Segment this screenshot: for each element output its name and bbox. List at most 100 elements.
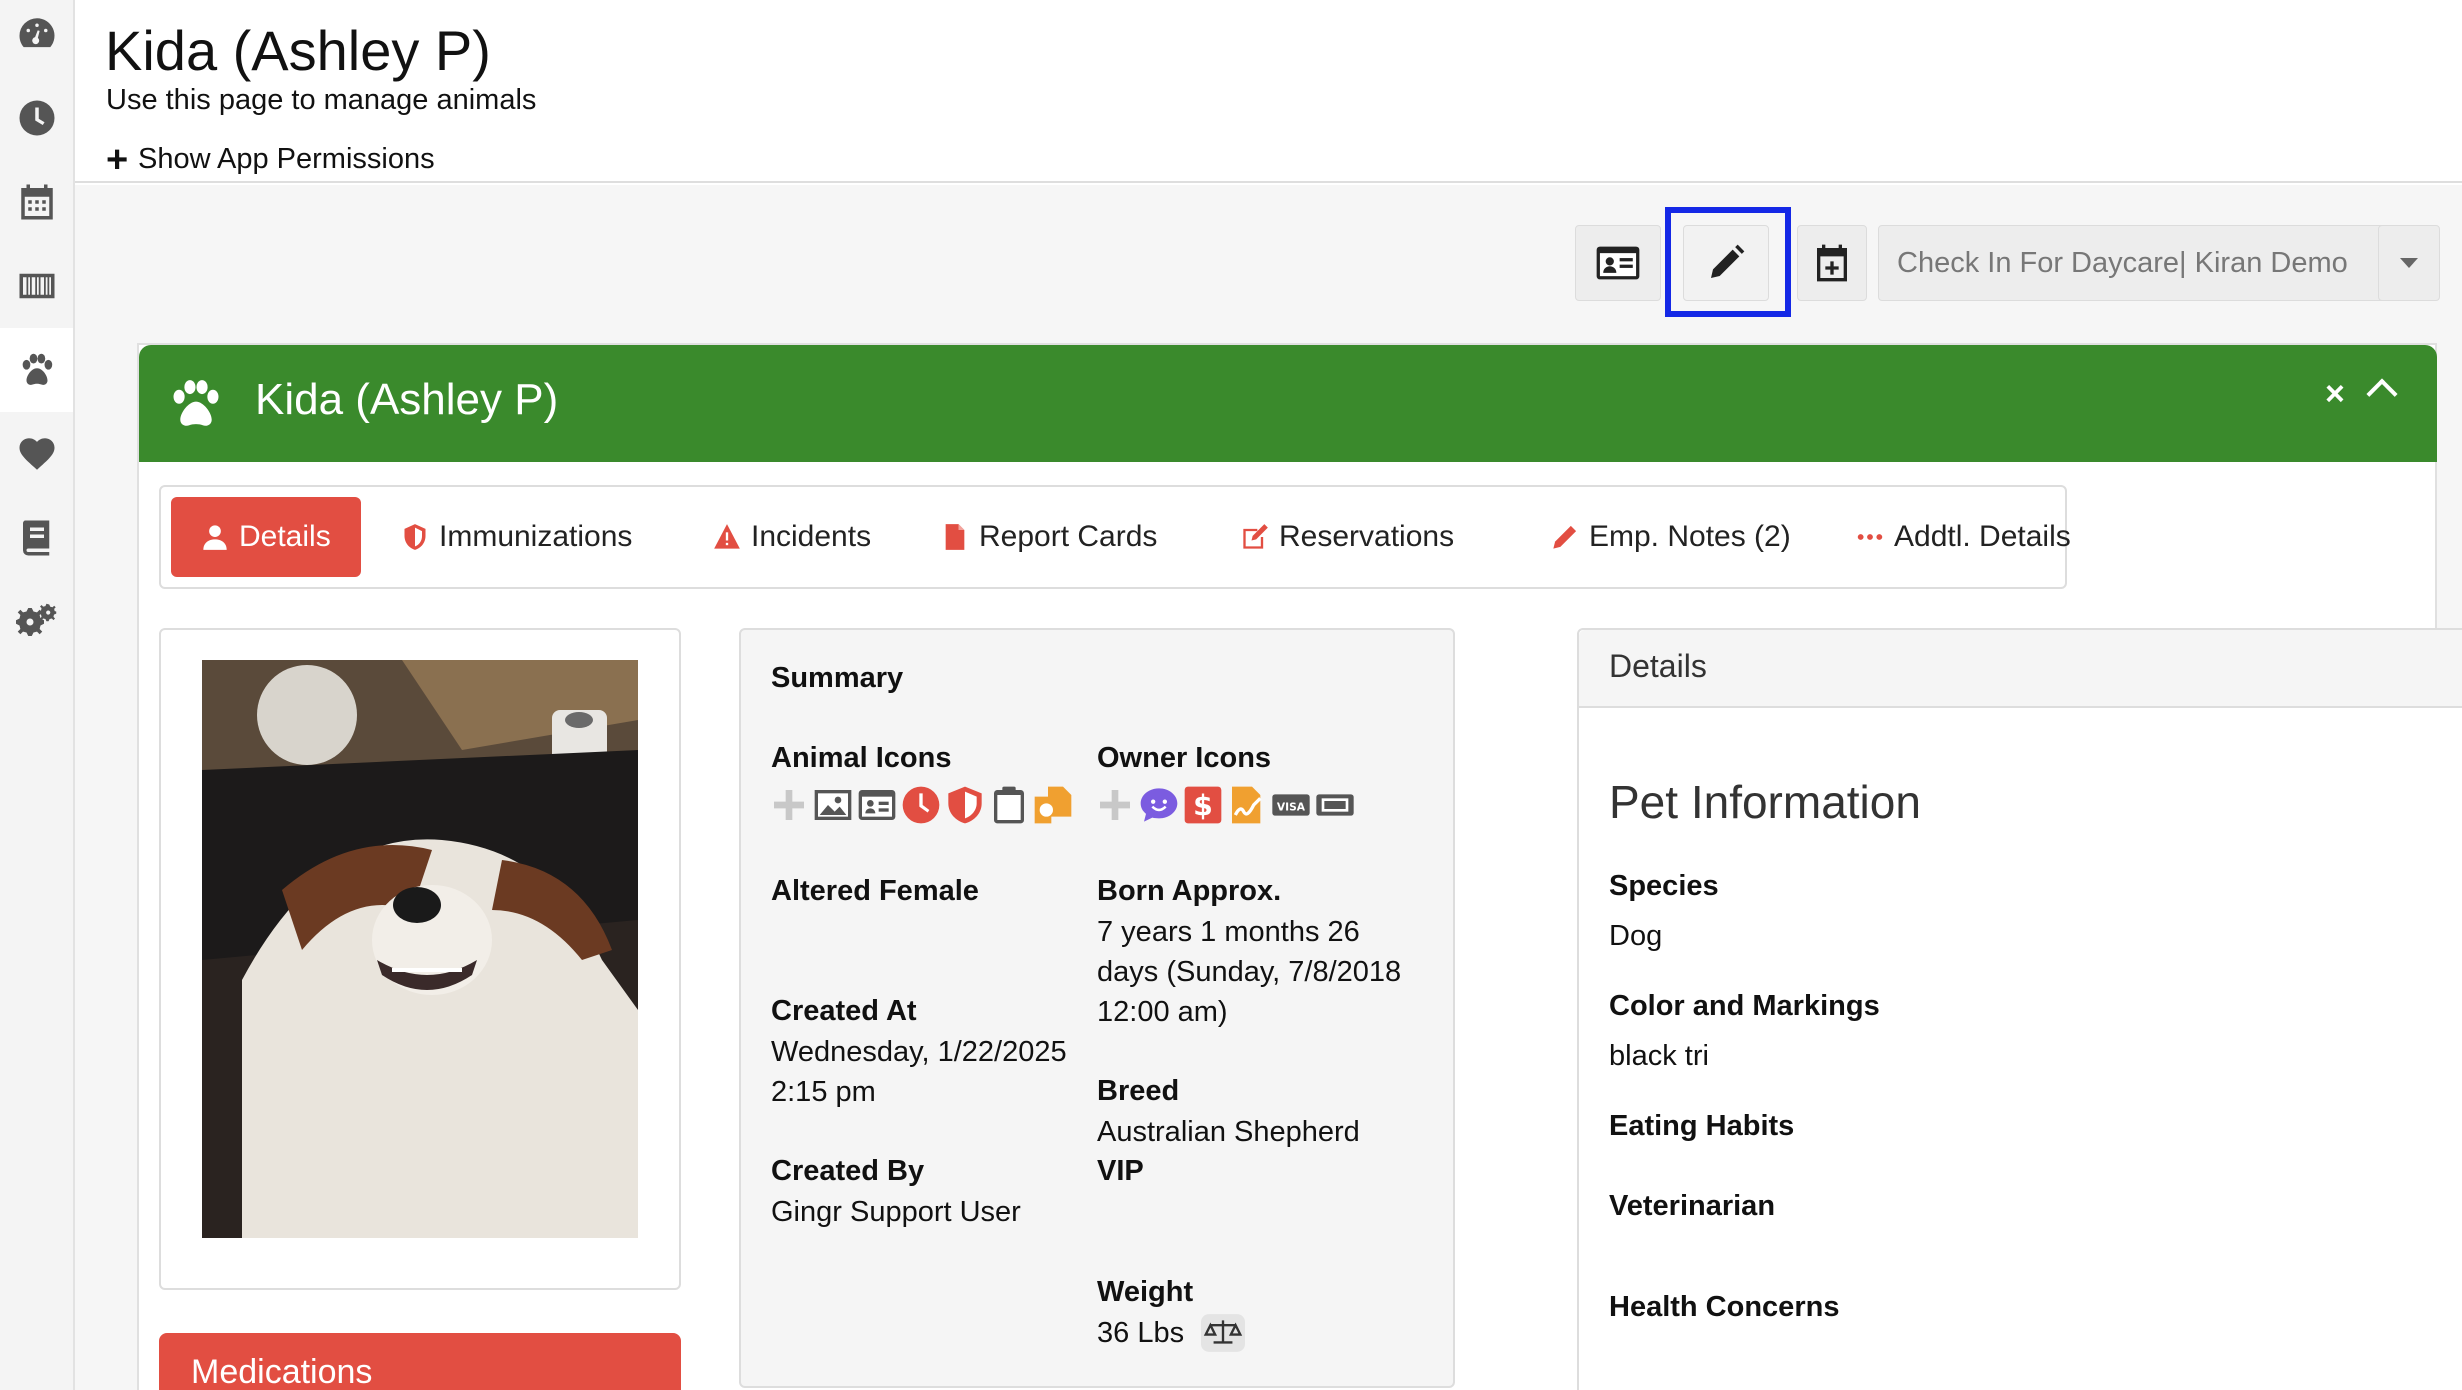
dollar-icon[interactable]: $ bbox=[1183, 785, 1223, 825]
tab-details[interactable]: Details bbox=[171, 497, 361, 577]
dashboard-icon bbox=[19, 18, 55, 48]
created-at-line-2: 2:15 pm bbox=[771, 1076, 876, 1108]
species-value: Dog bbox=[1609, 920, 1663, 952]
svg-text:$: $ bbox=[1193, 789, 1213, 822]
user-icon bbox=[203, 525, 227, 550]
calendar-plus-icon bbox=[1817, 244, 1847, 282]
sidebar-item-dashboard[interactable] bbox=[0, 0, 73, 76]
chat-smile-icon[interactable] bbox=[1139, 785, 1179, 825]
sidebar bbox=[0, 0, 75, 1390]
animal-icons-row bbox=[769, 785, 1073, 825]
plus-icon[interactable] bbox=[769, 785, 809, 825]
paw-icon bbox=[22, 353, 52, 385]
details-card: Details Pet Information Species Dog Colo… bbox=[1577, 628, 2462, 1390]
book-icon bbox=[22, 520, 49, 556]
card-icon[interactable] bbox=[1315, 785, 1355, 825]
color-markings-value: black tri bbox=[1609, 1040, 1709, 1072]
id-card-icon[interactable] bbox=[857, 785, 897, 825]
animal-photo[interactable] bbox=[202, 660, 638, 1238]
animal-icons-label: Animal Icons bbox=[771, 742, 952, 774]
owner-icons-label: Owner Icons bbox=[1097, 742, 1272, 774]
born-value-line-2: days (Sunday, 7/8/2018 bbox=[1097, 956, 1402, 988]
summary-title: Summary bbox=[771, 662, 904, 694]
tab-label: Reservations bbox=[1279, 520, 1455, 553]
clock-icon bbox=[19, 100, 54, 136]
calendar-icon bbox=[20, 184, 53, 220]
check-in-caret-button[interactable] bbox=[2378, 225, 2440, 301]
visa-card-icon[interactable]: VISA bbox=[1271, 785, 1311, 825]
close-icon[interactable]: × bbox=[2325, 375, 2345, 414]
photo-card bbox=[159, 628, 681, 1290]
add-reservation-button[interactable] bbox=[1797, 225, 1867, 301]
page-title: Kida (Ashley P) bbox=[105, 19, 491, 82]
edit-highlight-box bbox=[1665, 207, 1791, 317]
files-icon[interactable] bbox=[1033, 785, 1073, 825]
heart-icon bbox=[19, 438, 54, 470]
born-value-line-1: 7 years 1 months 26 bbox=[1097, 916, 1360, 948]
eating-habits-label: Eating Habits bbox=[1609, 1110, 1795, 1142]
gears-icon bbox=[15, 603, 56, 636]
chevron-up-icon[interactable] bbox=[2366, 378, 2398, 410]
sidebar-item-book[interactable] bbox=[0, 496, 73, 580]
tab-label: Report Cards bbox=[979, 520, 1158, 553]
sidebar-item-animals[interactable] bbox=[0, 328, 73, 412]
ellipsis-icon bbox=[1857, 534, 1883, 540]
sidebar-item-clock[interactable] bbox=[0, 76, 73, 160]
veterinarian-label: Veterinarian bbox=[1609, 1190, 1776, 1222]
tab-label: Emp. Notes (2) bbox=[1589, 520, 1791, 553]
animal-panel: Kida (Ashley P) × Details Immunizations … bbox=[137, 343, 2462, 1390]
tab-label: Details bbox=[239, 520, 331, 553]
scale-icon[interactable] bbox=[1201, 1314, 1245, 1352]
sidebar-item-settings[interactable] bbox=[0, 580, 73, 664]
signature-icon[interactable] bbox=[1227, 785, 1267, 825]
tab-immunizations[interactable]: Immunizations bbox=[401, 497, 632, 577]
sidebar-item-calendar[interactable] bbox=[0, 160, 73, 244]
health-concerns-label: Health Concerns bbox=[1609, 1291, 1840, 1323]
plus-icon[interactable] bbox=[1095, 785, 1135, 825]
image-icon[interactable] bbox=[813, 785, 853, 825]
id-card-icon bbox=[1596, 246, 1640, 280]
medications-header[interactable]: Medications bbox=[159, 1333, 681, 1390]
show-permissions-link[interactable]: + Show App Permissions bbox=[106, 141, 435, 179]
tab-label: Addtl. Details bbox=[1894, 520, 2071, 553]
tab-emp-notes[interactable]: Emp. Notes (2) bbox=[1551, 497, 1791, 577]
tab-label: Incidents bbox=[751, 520, 872, 553]
sidebar-item-favorites[interactable] bbox=[0, 412, 73, 496]
tab-label: Immunizations bbox=[439, 520, 633, 553]
svg-text:VISA: VISA bbox=[1277, 800, 1306, 813]
summary-card: Summary Animal Icons Owner Icons $ VISA bbox=[739, 628, 1455, 1388]
id-card-button[interactable] bbox=[1575, 225, 1661, 301]
born-label: Born Approx. bbox=[1097, 875, 1282, 907]
tab-reservations[interactable]: Reservations bbox=[1241, 497, 1454, 577]
show-permissions-label: Show App Permissions bbox=[138, 143, 435, 175]
color-markings-label: Color and Markings bbox=[1609, 990, 1880, 1022]
species-label: Species bbox=[1609, 870, 1719, 902]
clock-icon[interactable] bbox=[901, 785, 941, 825]
weight-label: Weight bbox=[1097, 1276, 1194, 1308]
tab-incidents[interactable]: Incidents bbox=[713, 497, 871, 577]
born-value-line-3: 12:00 am) bbox=[1097, 996, 1228, 1028]
details-header: Details bbox=[1579, 630, 2462, 708]
clipboard-icon[interactable] bbox=[989, 785, 1029, 825]
sidebar-item-barcode[interactable] bbox=[0, 244, 73, 328]
owner-icons-row: $ VISA bbox=[1095, 785, 1355, 825]
file-icon bbox=[945, 524, 965, 550]
created-at-label: Created At bbox=[771, 995, 917, 1027]
content-area: Check In For Daycare| Kiran Demo Kida (A… bbox=[75, 185, 2462, 1390]
tab-report-cards[interactable]: Report Cards bbox=[941, 497, 1157, 577]
shield-icon bbox=[404, 524, 426, 550]
warning-icon bbox=[714, 524, 740, 549]
pencil-icon bbox=[1553, 525, 1577, 549]
page-subtitle: Use this page to manage animals bbox=[106, 84, 537, 116]
tab-addtl-details[interactable]: Addtl. Details bbox=[1856, 497, 2071, 577]
pet-information-title: Pet Information bbox=[1609, 776, 1921, 828]
created-at-line-1: Wednesday, 1/22/2025 bbox=[771, 1036, 1067, 1068]
check-in-dropdown[interactable]: Check In For Daycare| Kiran Demo bbox=[1878, 225, 2388, 301]
paw-icon bbox=[173, 380, 219, 426]
shield-icon[interactable] bbox=[945, 785, 985, 825]
panel-title: Kida (Ashley P) bbox=[255, 375, 559, 424]
breed-value: Australian Shepherd bbox=[1097, 1116, 1360, 1148]
panel-header: Kida (Ashley P) × bbox=[139, 345, 2437, 462]
created-by-label: Created By bbox=[771, 1155, 925, 1187]
altered-label: Altered Female bbox=[771, 875, 979, 907]
